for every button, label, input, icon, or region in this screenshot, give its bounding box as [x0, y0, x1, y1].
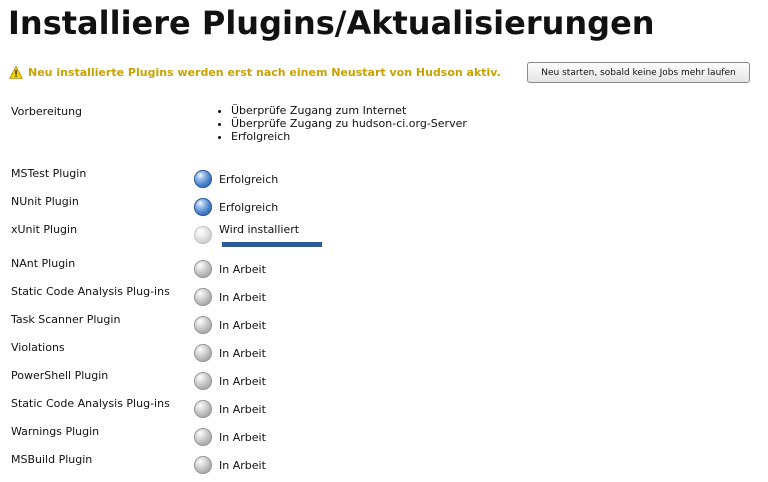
plugin-row: Task Scanner Plugin In Arbeit	[0, 313, 768, 341]
install-progress-fill	[223, 243, 321, 246]
plugin-status: In Arbeit	[219, 459, 266, 472]
status-ball-icon	[194, 428, 212, 446]
notice-text: Neu installierte Plugins werden erst nac…	[28, 66, 501, 79]
plugin-status: In Arbeit	[219, 263, 266, 276]
warning-icon	[9, 66, 23, 79]
plugin-name: NAnt Plugin	[11, 257, 76, 270]
plugin-name: Violations	[11, 341, 65, 354]
plugin-status: In Arbeit	[219, 319, 266, 332]
plugin-status: In Arbeit	[219, 375, 266, 388]
plugin-row: MSBuild Plugin In Arbeit	[0, 453, 768, 481]
status-ball-icon	[194, 316, 212, 334]
plugin-name: Static Code Analysis Plug-ins	[11, 285, 170, 298]
plugin-status: In Arbeit	[219, 403, 266, 416]
plugin-row: xUnit Plugin Wird installiert	[0, 223, 768, 251]
status-ball-icon	[194, 344, 212, 362]
plugin-row: PowerShell Plugin In Arbeit	[0, 369, 768, 397]
plugin-row: Violations In Arbeit	[0, 341, 768, 369]
plugin-row: NUnit Plugin Erfolgreich	[0, 195, 768, 223]
plugin-name: MSTest Plugin	[11, 167, 87, 180]
plugin-row: Static Code Analysis Plug-ins In Arbeit	[0, 285, 768, 313]
plugin-row: Static Code Analysis Plug-ins In Arbeit	[0, 397, 768, 425]
plugin-row: MSTest Plugin Erfolgreich	[0, 167, 768, 195]
plugin-name: Static Code Analysis Plug-ins	[11, 397, 170, 410]
status-ball-icon	[194, 260, 212, 278]
preparation-step: Erfolgreich	[231, 130, 467, 143]
status-ball-icon	[194, 198, 212, 216]
status-ball-icon	[194, 456, 212, 474]
plugin-name: xUnit Plugin	[11, 223, 78, 236]
status-ball-icon	[194, 170, 212, 188]
preparation-steps: Überprüfe Zugang zum Internet Überprüfe …	[217, 104, 467, 143]
preparation-step: Überprüfe Zugang zum Internet	[231, 104, 467, 117]
plugin-status: Wird installiert	[219, 223, 300, 236]
plugin-status: Erfolgreich	[219, 173, 279, 186]
plugin-status: In Arbeit	[219, 291, 266, 304]
plugin-name: PowerShell Plugin	[11, 369, 109, 382]
restart-notice: Neu installierte Plugins werden erst nac…	[9, 66, 501, 79]
plugin-status: Erfolgreich	[219, 201, 279, 214]
preparation-label: Vorbereitung	[11, 105, 83, 118]
plugin-name: MSBuild Plugin	[11, 453, 93, 466]
status-ball-icon	[194, 372, 212, 390]
status-ball-icon	[194, 400, 212, 418]
plugin-name: Warnings Plugin	[11, 425, 100, 438]
plugin-row: NAnt Plugin In Arbeit	[0, 257, 768, 285]
plugin-status: In Arbeit	[219, 431, 266, 444]
plugin-row: Warnings Plugin In Arbeit	[0, 425, 768, 453]
restart-when-idle-button[interactable]: Neu starten, sobald keine Jobs mehr lauf…	[527, 62, 750, 83]
plugin-name: Task Scanner Plugin	[11, 313, 121, 326]
preparation-step: Überprüfe Zugang zu hudson-ci.org-Server	[231, 117, 467, 130]
status-ball-icon	[194, 226, 212, 244]
install-progress-bar	[222, 242, 322, 247]
page-title: Installiere Plugins/Aktualisierungen	[8, 4, 655, 42]
plugin-status: In Arbeit	[219, 347, 266, 360]
plugin-name: NUnit Plugin	[11, 195, 79, 208]
status-ball-icon	[194, 288, 212, 306]
